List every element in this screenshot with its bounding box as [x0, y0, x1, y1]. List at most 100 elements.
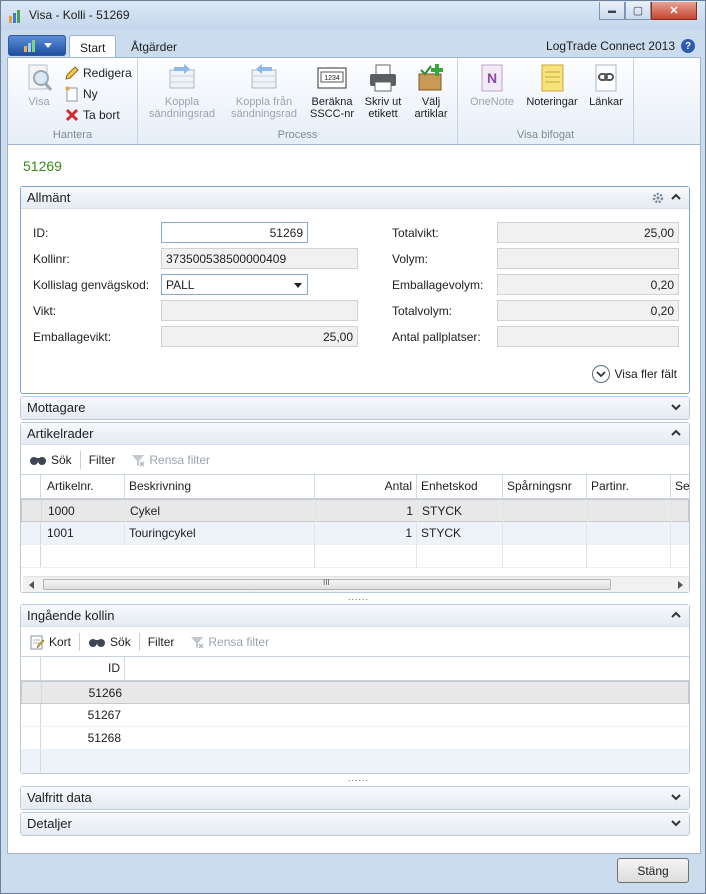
fasttab-incoming-header[interactable]: Ingående kollin [21, 605, 689, 627]
row-selector-header [21, 475, 41, 498]
links-button[interactable]: Länkar [584, 62, 628, 108]
scrollbar-thumb[interactable]: III [43, 578, 611, 590]
cell-enhetskod: STYCK [417, 522, 503, 545]
print-label-button[interactable]: Skriv ut etikett [360, 62, 406, 120]
fasttab-optional[interactable]: Valfritt data [20, 786, 690, 810]
chevron-down-icon[interactable] [671, 402, 681, 412]
help-icon[interactable]: ? [681, 39, 695, 53]
funnel-clear-icon [191, 637, 204, 649]
col-partinr[interactable]: Partinr. [587, 475, 671, 498]
row-selector[interactable] [22, 500, 42, 521]
list-item[interactable]: 51268 [21, 727, 689, 750]
totalvikt-field[interactable]: 25,00 [497, 222, 679, 243]
table-row[interactable] [21, 545, 689, 568]
notes-button[interactable]: Noteringar [522, 62, 582, 108]
link-shipment-label-2: sändningsrad [148, 108, 216, 120]
kollislag-select[interactable]: PALL [161, 274, 308, 295]
close-window-button[interactable]: ✕ [651, 2, 697, 20]
row-selector[interactable] [21, 522, 41, 544]
articles-clear-filter-button[interactable]: Rensa filter [123, 450, 218, 470]
chevron-up-icon[interactable] [671, 428, 681, 438]
application-menu-button[interactable] [8, 35, 66, 56]
volym-field[interactable] [497, 248, 679, 269]
chevron-up-icon[interactable] [671, 192, 681, 202]
cell-id: 51267 [87, 708, 121, 722]
delete-button[interactable]: Ta bort [64, 105, 120, 125]
list-item[interactable]: 51266 [21, 681, 689, 704]
calculate-sscc-button[interactable]: 1234 Beräkna SSCC-nr [308, 62, 356, 120]
list-item[interactable]: 51267 [21, 704, 689, 727]
chevron-down-icon[interactable] [671, 818, 681, 828]
dropdown-arrow-icon[interactable] [294, 283, 302, 288]
articles-search-button[interactable]: Sök [21, 450, 80, 470]
unlink-shipment-button[interactable]: Koppla från sändningsrad [226, 62, 302, 120]
kollislag-label: Kollislag genvägskod: [33, 278, 150, 292]
fasttab-mottagare[interactable]: Mottagare [20, 396, 690, 420]
row-selector[interactable] [21, 750, 41, 772]
onenote-button[interactable]: N OneNote [464, 62, 520, 108]
chevron-up-icon[interactable] [671, 610, 681, 620]
totalvikt-label: Totalvikt: [392, 226, 439, 240]
close-button[interactable]: Stäng [617, 858, 689, 883]
new-button[interactable]: Ny [64, 84, 98, 104]
articles-filter-button[interactable]: Filter [81, 450, 124, 470]
scroll-left-icon[interactable] [29, 581, 35, 589]
show-more-fields-button[interactable]: Visa fler fält [591, 365, 677, 383]
row-selector[interactable] [21, 545, 41, 567]
totalvolym-field[interactable]: 0,20 [497, 300, 679, 321]
emballagevolym-field[interactable]: 0,20 [497, 274, 679, 295]
choose-articles-button[interactable]: Välj artiklar [408, 62, 454, 120]
col-enhetskod[interactable]: Enhetskod [417, 475, 503, 498]
col-se[interactable]: Se [671, 475, 689, 498]
articles-horizontal-scrollbar[interactable]: III [23, 576, 689, 592]
link-shipment-button[interactable]: Koppla sändningsrad [140, 62, 224, 120]
chevron-down-icon[interactable] [671, 792, 681, 802]
row-selector[interactable] [21, 727, 41, 749]
fasttab-details-header[interactable]: Detaljer [21, 813, 689, 835]
barcode-text: 1234 [324, 75, 340, 82]
incoming-card-label: Kort [49, 635, 72, 649]
id-label: ID: [33, 226, 49, 240]
delete-label: Ta bort [83, 108, 120, 122]
emballagevolym-label: Emballagevolym: [392, 278, 484, 292]
fasttab-optional-header[interactable]: Valfritt data [21, 787, 689, 809]
kollinr-field[interactable]: 373500538500000409 [161, 248, 358, 269]
fasttab-mottagare-header[interactable]: Mottagare [21, 397, 689, 419]
articles-splitter[interactable]: ...... [348, 592, 369, 602]
row-selector[interactable] [21, 704, 41, 726]
unlink-shipment-icon [251, 64, 277, 89]
edit-button[interactable]: Redigera [64, 63, 132, 83]
table-row[interactable]: 1000 Cykel 1 STYCK [21, 499, 689, 523]
show-more-fields-label: Visa fler fält [614, 367, 677, 381]
fasttab-general-header[interactable]: Allmänt [21, 187, 689, 209]
col-sparningsnr[interactable]: Spårningsnr [503, 475, 587, 498]
minimize-button[interactable]: ▬ [599, 2, 625, 20]
col-artikelnr[interactable]: Artikelnr. [41, 475, 125, 498]
fasttab-articles-header[interactable]: Artikelrader [21, 423, 689, 445]
col-antal[interactable]: Antal [315, 475, 417, 498]
pallplatser-field[interactable] [497, 326, 679, 347]
link-shipment-icon [169, 64, 195, 89]
view-button[interactable]: Visa [16, 62, 62, 108]
table-row[interactable]: 1001 Touringcykel 1 STYCK [21, 522, 689, 545]
col-id[interactable]: ID [41, 657, 125, 680]
window: Visa - Kolli - 51269 ▬ ▢ ✕ Start Åtgärde… [0, 0, 706, 894]
incoming-card-button[interactable]: Kort [21, 632, 79, 652]
cell-empty [503, 545, 587, 568]
row-selector[interactable] [22, 682, 42, 703]
incoming-clear-filter-button[interactable]: Rensa filter [182, 632, 277, 652]
tab-actions[interactable]: Åtgärder [121, 35, 187, 58]
list-item[interactable] [21, 750, 689, 773]
vikt-field[interactable] [161, 300, 358, 321]
incoming-search-button[interactable]: Sök [80, 632, 139, 652]
col-beskrivning[interactable]: Beskrivning [125, 475, 315, 498]
incoming-filter-button[interactable]: Filter [140, 632, 183, 652]
id-field[interactable]: 51269 [161, 222, 308, 243]
maximize-button[interactable]: ▢ [625, 2, 651, 20]
gear-icon[interactable] [651, 191, 665, 205]
scroll-right-icon[interactable] [677, 581, 683, 589]
emballagevikt-field[interactable]: 25,00 [161, 326, 358, 347]
fasttab-details[interactable]: Detaljer [20, 812, 690, 836]
incoming-splitter[interactable]: ...... [348, 773, 369, 783]
tab-start[interactable]: Start [69, 35, 117, 58]
